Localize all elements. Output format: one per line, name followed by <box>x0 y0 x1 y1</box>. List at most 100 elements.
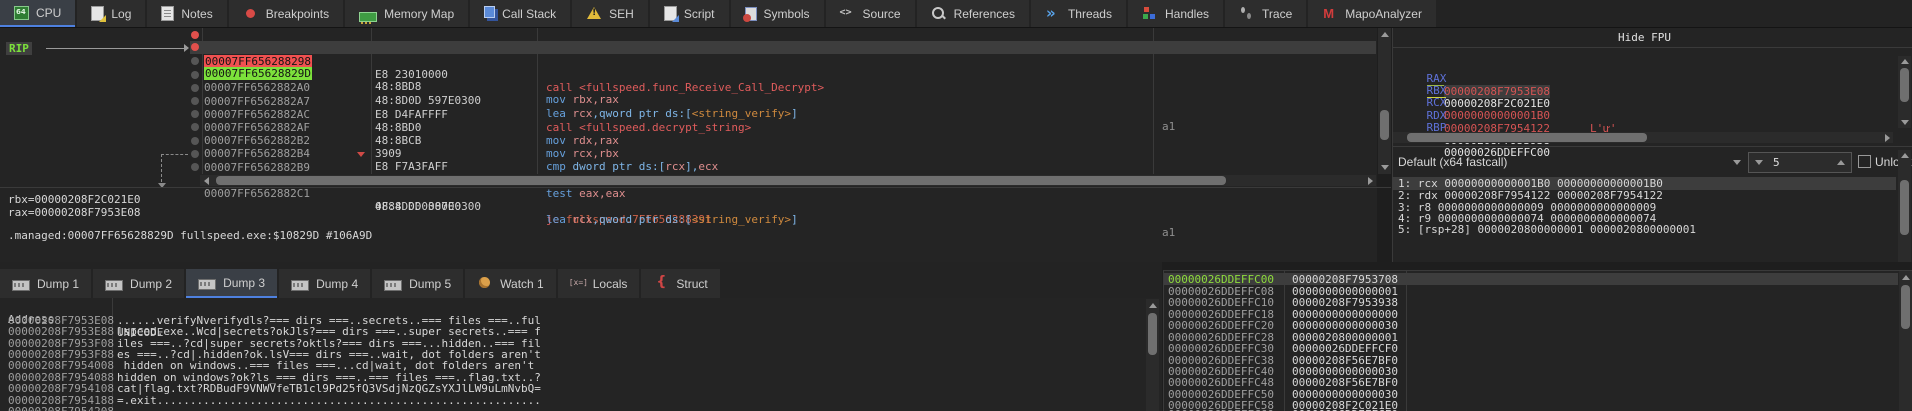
scroll-up-arrow[interactable] <box>1902 275 1910 280</box>
tab-label: Dump 1 <box>37 276 80 291</box>
tab-label: Script <box>683 6 715 21</box>
scrollbar-thumb[interactable] <box>1901 285 1910 329</box>
breakpoint-dot[interactable] <box>191 163 199 171</box>
disasm-row[interactable]: 00007FF6562882B4 E8 F7A3FAFF call <fulls… <box>0 121 1376 186</box>
selected-stack-highlight <box>1164 273 1898 285</box>
tab-breakpoints[interactable]: Breakpoints <box>228 0 344 27</box>
scroll-down-arrow[interactable] <box>1901 120 1909 125</box>
tab-mapoanalyzer[interactable]: MapoAnalyzer <box>1308 0 1436 27</box>
dump-address: 00000208F7954208 <box>8 405 114 411</box>
tab-threads[interactable]: Threads <box>1030 0 1126 27</box>
breakpoint-dot[interactable] <box>191 110 199 118</box>
disasm-row[interactable]: 00007FF6562882A0 48:8D0D 597E0300 lea rc… <box>0 55 1376 133</box>
tab-dump-2[interactable]: Dump 2 <box>93 269 185 298</box>
scroll-up-arrow[interactable] <box>1381 32 1389 37</box>
trace-icon <box>1239 6 1255 21</box>
call-stack-icon <box>484 5 496 18</box>
tab-cpu[interactable]: CPU <box>0 0 76 27</box>
scroll-up-arrow[interactable] <box>1901 59 1909 64</box>
instruction-address: 00007FF6562882C1 <box>204 187 310 200</box>
breakpoint-dot[interactable] <box>191 150 199 158</box>
tab-memory-map[interactable]: Memory Map <box>345 0 469 27</box>
register-row[interactable]: RCX 00000000000001B0 L'ư' <box>1400 83 1617 135</box>
dump-icon <box>198 279 217 290</box>
tab-dump-5[interactable]: Dump 5 <box>372 269 464 298</box>
scrollbar-thumb[interactable] <box>1407 133 1647 142</box>
disasm-row[interactable]: 00007FF6562882AF 48:8BCB mov rcx,rbx <box>0 95 1376 160</box>
unlocked-checkbox[interactable] <box>1858 155 1871 168</box>
tab-dump-4[interactable]: Dump 4 <box>279 269 371 298</box>
instruction-bytes: 48:8D0D 387E0300 <box>375 200 481 213</box>
disasm-row[interactable]: 00007FF6562882C1 48:8D0D 387E0300 lea rc… <box>0 161 1376 239</box>
log-icon <box>91 6 107 22</box>
scroll-up-arrow[interactable] <box>1149 303 1157 308</box>
panel-divider <box>0 187 1391 188</box>
arg-row[interactable]: 5: [rsp+28] 0000020800000001 00000208000… <box>1398 223 1696 236</box>
chevron-down-icon[interactable] <box>1733 160 1741 165</box>
scroll-up-arrow[interactable] <box>1901 153 1909 158</box>
spinner-decrease[interactable] <box>1755 160 1763 165</box>
scrollbar-thumb[interactable] <box>1380 110 1389 140</box>
arg-count-spinner[interactable]: 5 <box>1748 152 1852 173</box>
breakpoint-dot[interactable] <box>191 123 199 131</box>
instruction-comment: a1 <box>1162 226 1176 239</box>
tab-trace[interactable]: Trace <box>1225 0 1307 27</box>
spinner-increase[interactable] <box>1837 160 1845 165</box>
breakpoint-dot[interactable] <box>191 31 199 39</box>
scrollbar-thumb[interactable] <box>216 176 1226 185</box>
scrollbar-thumb[interactable] <box>1148 313 1157 355</box>
tab-label: Handles <box>1164 6 1210 21</box>
disasm-row[interactable]: 00007FF6562882AC 48:8BD0 mov rdx,rax <box>0 82 1376 147</box>
register-value[interactable]: 00000000000001B0 <box>1444 109 1550 122</box>
tab-symbols[interactable]: Symbols <box>730 0 824 27</box>
tab-handles[interactable]: Handles <box>1127 0 1224 27</box>
calling-convention-dropdown[interactable]: Default (x64 fastcall) <box>1398 155 1743 169</box>
info-line-module: .managed:00007FF65628829D fullspeed.exe:… <box>8 229 373 242</box>
breakpoint-dot[interactable] <box>191 137 199 145</box>
dump-v-scrollbar[interactable] <box>1146 299 1159 411</box>
stack-v-scrollbar[interactable] <box>1899 271 1912 411</box>
breakpoint-dot[interactable] <box>191 71 199 79</box>
disasm-row[interactable]: 00007FF6562882BB 0F84 D0000000 je fullsp… <box>0 148 1376 226</box>
tab-watch-1[interactable]: Watch 1 <box>465 269 556 298</box>
breakpoint-dot[interactable] <box>191 97 199 105</box>
registers-h-scrollbar[interactable] <box>1393 132 1893 143</box>
disasm-h-scrollbar[interactable] <box>200 175 1376 186</box>
hide-fpu-button[interactable]: Hide FPU <box>1392 31 1897 44</box>
dump-icon <box>105 280 124 291</box>
tab-log[interactable]: Log <box>77 0 146 27</box>
scroll-left-arrow[interactable] <box>204 177 209 185</box>
tab-references[interactable]: References <box>916 0 1029 27</box>
disasm-row-current[interactable]: 00007FF65628829D 48:8BD8 mov rbx,rax <box>0 41 1376 106</box>
scroll-down-arrow[interactable] <box>1381 165 1389 170</box>
tab-locals[interactable]: Locals <box>557 269 640 298</box>
column-divider <box>1406 271 1407 411</box>
breakpoint-dot[interactable] <box>191 57 199 65</box>
tab-seh[interactable]: SEH <box>572 0 648 27</box>
info-line-rax: rax=00000208F7953E08 <box>8 206 141 219</box>
tab-source[interactable]: Source <box>825 0 915 27</box>
tab-label: Dump 3 <box>223 275 266 290</box>
tab-script[interactable]: Script <box>649 0 729 27</box>
tab-dump-1[interactable]: Dump 1 <box>0 269 92 298</box>
scroll-right-arrow[interactable] <box>1368 177 1373 185</box>
dump-unicode-text: =.exit..................................… <box>117 394 541 407</box>
tab-dump-3[interactable]: Dump 3 <box>186 269 278 298</box>
scrollbar-thumb[interactable] <box>1900 180 1909 235</box>
tab-label: Dump 2 <box>130 276 173 291</box>
tab-label: Dump 5 <box>409 276 452 291</box>
scrollbar-thumb[interactable] <box>1900 68 1909 102</box>
breakpoint-dot[interactable] <box>191 43 199 51</box>
tab-label: Struct <box>676 276 708 291</box>
scroll-right-arrow[interactable] <box>1885 134 1890 142</box>
disasm-v-scrollbar[interactable] <box>1378 28 1391 174</box>
args-v-scrollbar[interactable] <box>1898 150 1911 262</box>
disasm-row[interactable]: 00007FF6562882B9 85C0 test eax,eax <box>0 135 1376 200</box>
disasm-row[interactable]: 00007FF6562882A7 E8 D4FAFFFF call <fulls… <box>0 69 1376 134</box>
tab-call-stack[interactable]: Call Stack <box>470 0 571 27</box>
tab-struct[interactable]: Struct <box>641 269 720 298</box>
registers-v-scrollbar[interactable] <box>1898 56 1911 128</box>
disasm-row[interactable]: 00007FF6562882B2 3909 cmp dword ptr ds:[… <box>0 108 1376 173</box>
tab-notes[interactable]: Notes <box>147 0 227 27</box>
breakpoint-dot[interactable] <box>191 84 199 92</box>
